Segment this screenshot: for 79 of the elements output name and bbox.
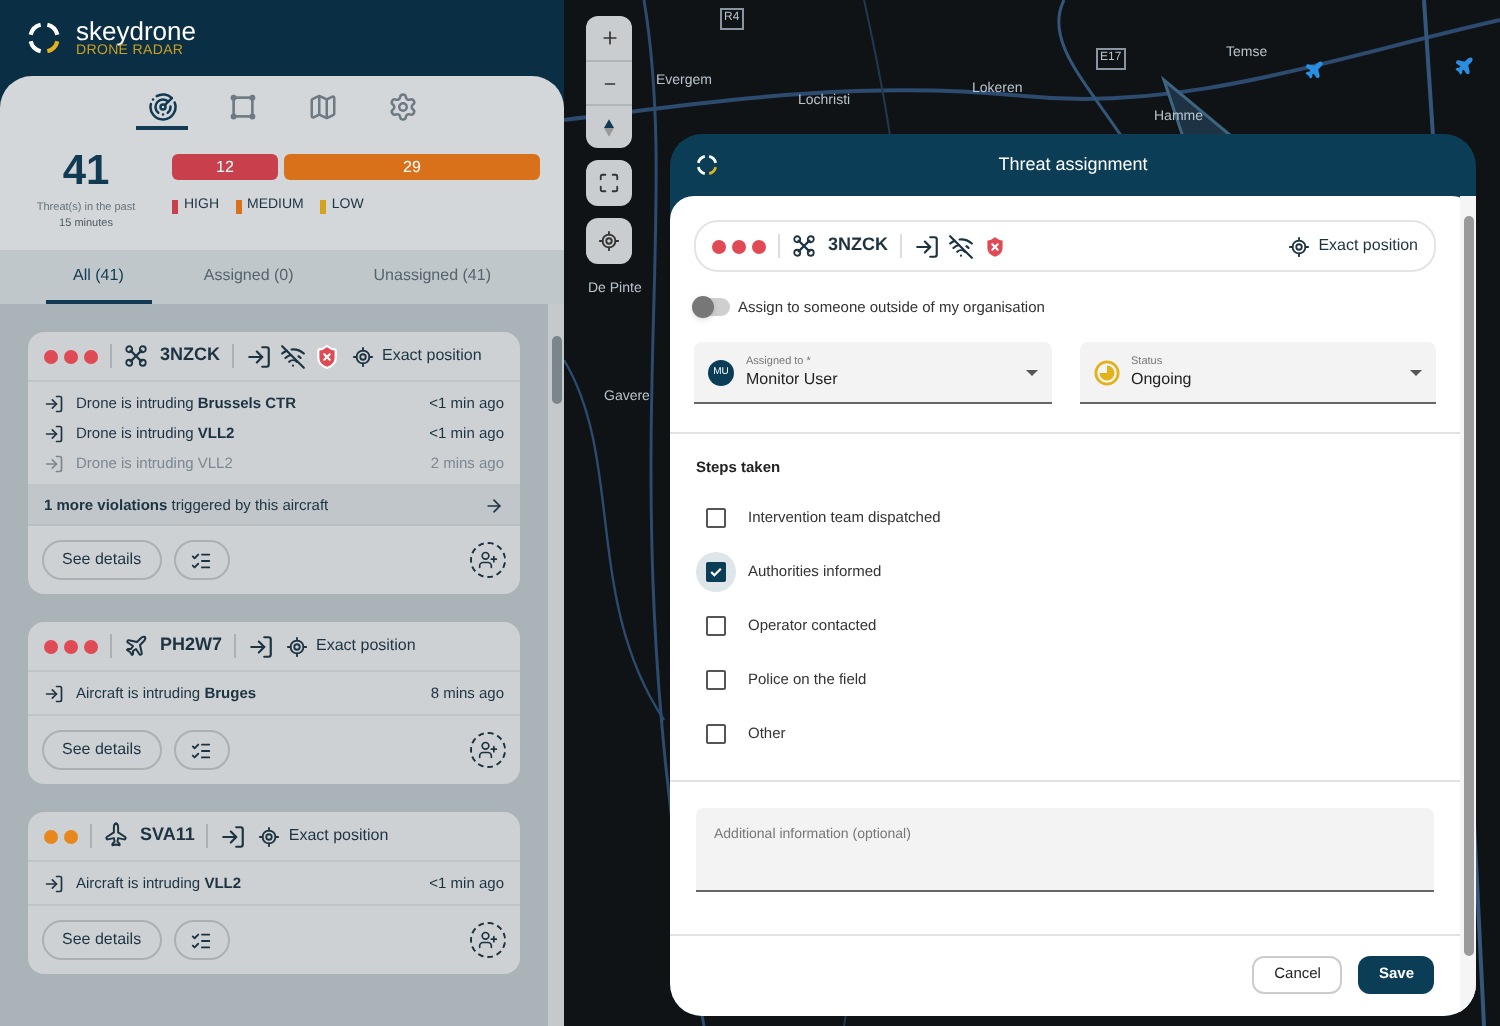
locate-icon <box>1288 235 1311 257</box>
checklist-icon <box>190 739 213 761</box>
field-value: Ongoing <box>1131 369 1192 390</box>
checkbox[interactable] <box>706 616 726 636</box>
entry-arrow-icon <box>220 823 247 849</box>
assign-user-button[interactable] <box>470 922 506 958</box>
exact-position-button[interactable]: Exact position <box>352 344 482 368</box>
user-plus-icon <box>478 930 498 950</box>
assign-user-button[interactable] <box>470 732 506 768</box>
filter-tab[interactable]: Assigned (0) <box>175 250 322 304</box>
shield-x-icon <box>314 343 341 369</box>
checkbox[interactable] <box>706 508 726 528</box>
signal-off-icon <box>948 233 975 259</box>
threat-count: 41 <box>62 150 110 192</box>
exact-position-button[interactable]: Exact position <box>1288 234 1418 258</box>
user-plus-icon <box>478 550 498 570</box>
see-details-button[interactable]: See details <box>42 730 162 770</box>
settings-icon <box>387 91 417 121</box>
compass-icon <box>604 117 614 137</box>
entry-arrow-icon <box>44 683 64 703</box>
brand-name: skeydrone <box>76 18 196 44</box>
drone-icon <box>792 234 816 258</box>
toggle-switch[interactable] <box>694 298 730 317</box>
plane-icon <box>1304 60 1324 80</box>
entry-arrow-icon <box>246 343 273 369</box>
filter-tab[interactable]: Unassigned (41) <box>345 250 519 304</box>
see-details-button[interactable]: See details <box>42 540 162 580</box>
fullscreen-icon <box>598 172 620 194</box>
threat-id: 3NZCK <box>160 342 221 369</box>
arrow-right-icon[interactable] <box>484 495 504 515</box>
locate-icon <box>352 345 375 367</box>
entry-arrow-icon <box>44 873 64 893</box>
checkbox[interactable] <box>706 562 726 582</box>
check-icon <box>708 564 724 580</box>
checklist-icon <box>190 549 213 571</box>
status-icon <box>1093 359 1119 386</box>
locate-icon <box>258 825 281 847</box>
assign-user-button[interactable] <box>470 542 506 578</box>
entry-arrow-icon <box>44 453 64 473</box>
severity-bar: 29 <box>283 154 540 180</box>
threat-id: PH2W7 <box>160 632 223 659</box>
fullscreen-button[interactable] <box>586 160 632 206</box>
entry-arrow-icon <box>44 423 64 443</box>
checklist-icon <box>190 929 213 951</box>
logo-icon <box>694 152 720 178</box>
exact-position-button[interactable]: Exact position <box>258 824 389 848</box>
checklist-button[interactable] <box>173 920 230 960</box>
shield-x-icon <box>982 233 1009 259</box>
see-details-button[interactable]: See details <box>42 920 162 960</box>
dialog-title: Threat assignment <box>998 151 1148 178</box>
plane-icon <box>124 634 148 658</box>
drone-icon <box>124 344 148 368</box>
severity-bar: 12 <box>172 154 278 180</box>
threat-id: SVA11 <box>140 822 195 849</box>
locate-icon <box>286 635 309 657</box>
locate-button[interactable] <box>586 218 632 264</box>
plus-icon <box>599 28 619 48</box>
signal-off-icon <box>280 343 307 369</box>
field-value: Monitor User <box>746 369 838 390</box>
caret-icon <box>1025 369 1037 376</box>
map-icon <box>307 91 337 121</box>
checkbox[interactable] <box>706 724 726 744</box>
checkbox[interactable] <box>706 670 726 690</box>
user-plus-icon <box>478 740 498 760</box>
radar-icon <box>147 91 177 121</box>
logo-icon <box>24 18 64 58</box>
entry-arrow-icon <box>44 393 64 413</box>
checklist-button[interactable] <box>173 540 230 580</box>
zone-icon <box>227 91 257 121</box>
scrollbar[interactable] <box>548 304 564 1026</box>
exact-position-button[interactable]: Exact position <box>286 634 416 658</box>
checklist-button[interactable] <box>173 730 230 770</box>
plane-icon <box>1454 56 1474 76</box>
locate-icon <box>598 230 620 252</box>
scrollbar[interactable] <box>1460 196 1476 1016</box>
entry-arrow-icon <box>248 633 275 659</box>
caret-icon <box>1410 369 1422 376</box>
threat-id: 3NZCK <box>828 232 889 259</box>
entry-arrow-icon <box>914 233 941 259</box>
